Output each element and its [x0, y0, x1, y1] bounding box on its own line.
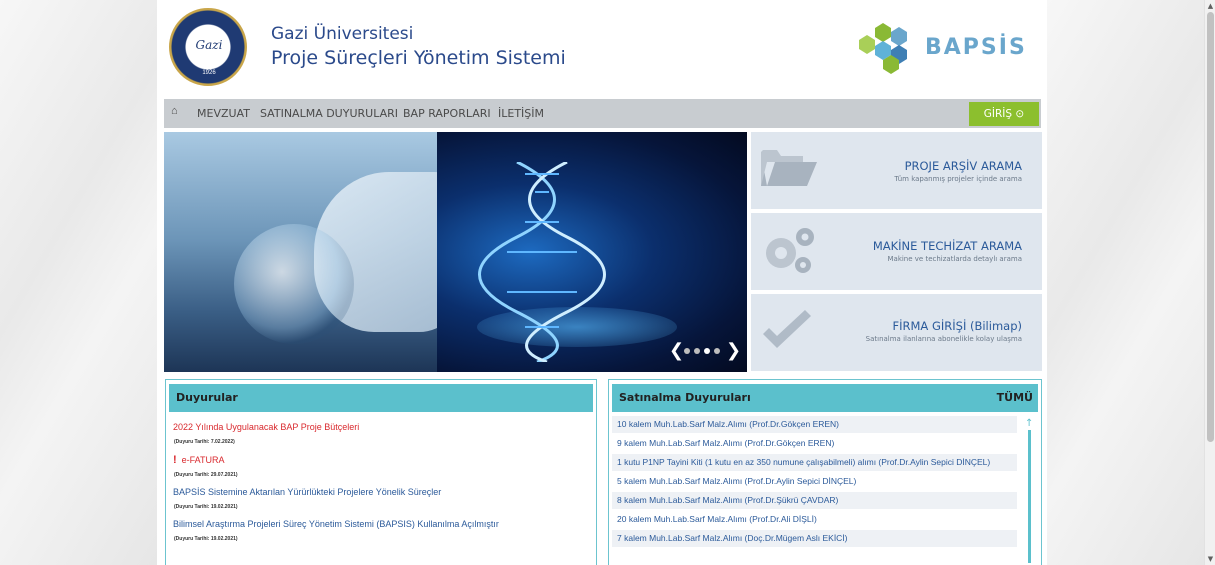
- scrollbar-thumb[interactable]: [1207, 12, 1214, 442]
- image-slider[interactable]: ❮ ❯: [164, 132, 747, 372]
- slider-prev-button[interactable]: ❮: [669, 341, 684, 361]
- tile-title: FİRMA GİRİŞİ (Bilimap): [892, 319, 1022, 333]
- nav-iletisim[interactable]: İLETİŞİM: [498, 107, 544, 120]
- procurement-header: Satınalma Duyuruları TÜMÜ: [612, 384, 1038, 412]
- scroll-track[interactable]: [1028, 430, 1031, 563]
- tile-firma-girisi[interactable]: FİRMA GİRİŞİ (Bilimap) Satınalma ilanlar…: [751, 294, 1042, 371]
- announcement-link[interactable]: Bilimsel Araştırma Projeleri Süreç Yönet…: [173, 519, 499, 529]
- flask-shape: [234, 224, 354, 344]
- announcement-date: (Duyuru Tarihi: 19.02.2021): [174, 536, 238, 542]
- slider-controls: ❮ ❯: [669, 341, 741, 361]
- checkmark-icon: [763, 310, 811, 348]
- tile-makine-techizat-arama[interactable]: MAKİNE TECHİZAT ARAMA Makine ve techizat…: [751, 213, 1042, 290]
- hexagon-cluster-icon: [859, 23, 907, 74]
- site-header: Gazi 1926 Gazi Üniversitesi Proje Süreçl…: [157, 0, 1047, 96]
- window-scrollbar[interactable]: ▲ ▼: [1204, 0, 1215, 565]
- list-item[interactable]: 5 kalem Muh.Lab.Sarf Malz.Alımı (Prof.Dr…: [612, 473, 1017, 490]
- tile-subtitle: Makine ve techizatlarda detaylı arama: [887, 255, 1022, 263]
- background-left: [0, 0, 157, 565]
- view-all-link[interactable]: TÜMÜ: [997, 384, 1033, 412]
- tile-proje-arsiv-arama[interactable]: PROJE ARŞİV ARAMA Tüm kapanmış projeler …: [751, 132, 1042, 209]
- scroll-down-arrow-icon[interactable]: ▼: [1206, 555, 1215, 563]
- slider-dot-1[interactable]: [684, 348, 690, 354]
- announcement-link[interactable]: BAPSİS Sistemine Aktarılan Yürürlükteki …: [173, 487, 441, 497]
- bapsis-logo[interactable]: BAPSİS: [857, 22, 1037, 74]
- nav-satinalma-duyurulari[interactable]: SATINALMA DUYURULARI: [260, 107, 398, 120]
- nav-mevzuat[interactable]: MEVZUAT: [197, 107, 250, 120]
- scroll-up-arrow-icon[interactable]: ▲: [1206, 2, 1215, 10]
- dna-helix-graphic: [478, 162, 606, 362]
- exclamation-icon: !: [173, 454, 177, 466]
- announcement-link[interactable]: e-FATURA: [182, 455, 225, 465]
- lab-flask-image: [164, 132, 464, 372]
- procurement-list: 10 kalem Muh.Lab.Sarf Malz.Alımı (Prof.D…: [612, 416, 1017, 549]
- slider-next-button[interactable]: ❯: [726, 341, 741, 361]
- main-nav: ⌂ MEVZUAT SATINALMA DUYURULARI BAP RAPOR…: [164, 99, 1041, 128]
- login-button[interactable]: GİRİŞ ⊙: [969, 102, 1039, 126]
- tile-title: MAKİNE TECHİZAT ARAMA: [872, 239, 1022, 253]
- announcement-link[interactable]: 2022 Yılında Uygulanacak BAP Proje Bütçe…: [173, 422, 359, 432]
- procurement-scrollbar[interactable]: ↑: [1025, 418, 1035, 563]
- announcement-date: (Duyuru Tarihi: 7.02.2022): [174, 439, 235, 445]
- procurement-panel: Satınalma Duyuruları TÜMÜ 10 kalem Muh.L…: [608, 379, 1042, 565]
- seal-year: 1926: [202, 70, 216, 76]
- tile-title: PROJE ARŞİV ARAMA: [904, 159, 1022, 173]
- tile-subtitle: Tüm kapanmış projeler içinde arama: [894, 175, 1022, 183]
- university-seal-logo[interactable]: Gazi 1926: [169, 8, 247, 86]
- list-item[interactable]: 9 kalem Muh.Lab.Sarf Malz.Alımı (Prof.Dr…: [612, 435, 1017, 452]
- procurement-title: Satınalma Duyuruları: [619, 391, 751, 404]
- list-item[interactable]: 8 kalem Muh.Lab.Sarf Malz.Alımı (Prof.Dr…: [612, 492, 1017, 509]
- announcement-item: ! e-FATURA: [173, 454, 225, 466]
- seal-signature: Gazi: [195, 38, 223, 52]
- system-name: Proje Süreçleri Yönetim Sistemi: [271, 47, 566, 69]
- slider-dot-3[interactable]: [704, 348, 710, 354]
- announcements-panel: Duyurular 2022 Yılında Uygulanacak BAP P…: [165, 379, 597, 565]
- bapsis-wordmark: BAPSİS: [925, 35, 1027, 60]
- announcement-date: (Duyuru Tarihi: 19.02.2021): [174, 504, 238, 510]
- background-right: [1047, 0, 1204, 565]
- folder-icon: [761, 150, 817, 186]
- slider-dot-2[interactable]: [694, 348, 700, 354]
- scroll-up-icon[interactable]: ↑: [1025, 418, 1033, 429]
- slider-dot-4[interactable]: [714, 348, 720, 354]
- list-item[interactable]: 20 kalem Muh.Lab.Sarf Malz.Alımı (Prof.D…: [612, 511, 1017, 528]
- page-container: Gazi 1926 Gazi Üniversitesi Proje Süreçl…: [157, 0, 1047, 565]
- gears-icon: [766, 228, 814, 273]
- nav-bap-raporlari[interactable]: BAP RAPORLARI: [403, 107, 491, 120]
- list-item[interactable]: 1 kutu P1NP Tayini Kiti (1 kutu en az 35…: [612, 454, 1017, 471]
- tile-subtitle: Satınalma ilanlarına abonelikle kolay ul…: [865, 335, 1022, 343]
- list-item[interactable]: 7 kalem Muh.Lab.Sarf Malz.Alımı (Doç.Dr.…: [612, 530, 1017, 547]
- home-icon[interactable]: ⌂: [171, 105, 178, 117]
- university-name: Gazi Üniversitesi: [271, 24, 414, 44]
- announcements-title: Duyurular: [169, 384, 593, 412]
- list-item[interactable]: 10 kalem Muh.Lab.Sarf Malz.Alımı (Prof.D…: [612, 416, 1017, 433]
- announcement-date: (Duyuru Tarihi: 29.07.2021): [174, 472, 238, 478]
- dna-helix-image: [437, 132, 747, 372]
